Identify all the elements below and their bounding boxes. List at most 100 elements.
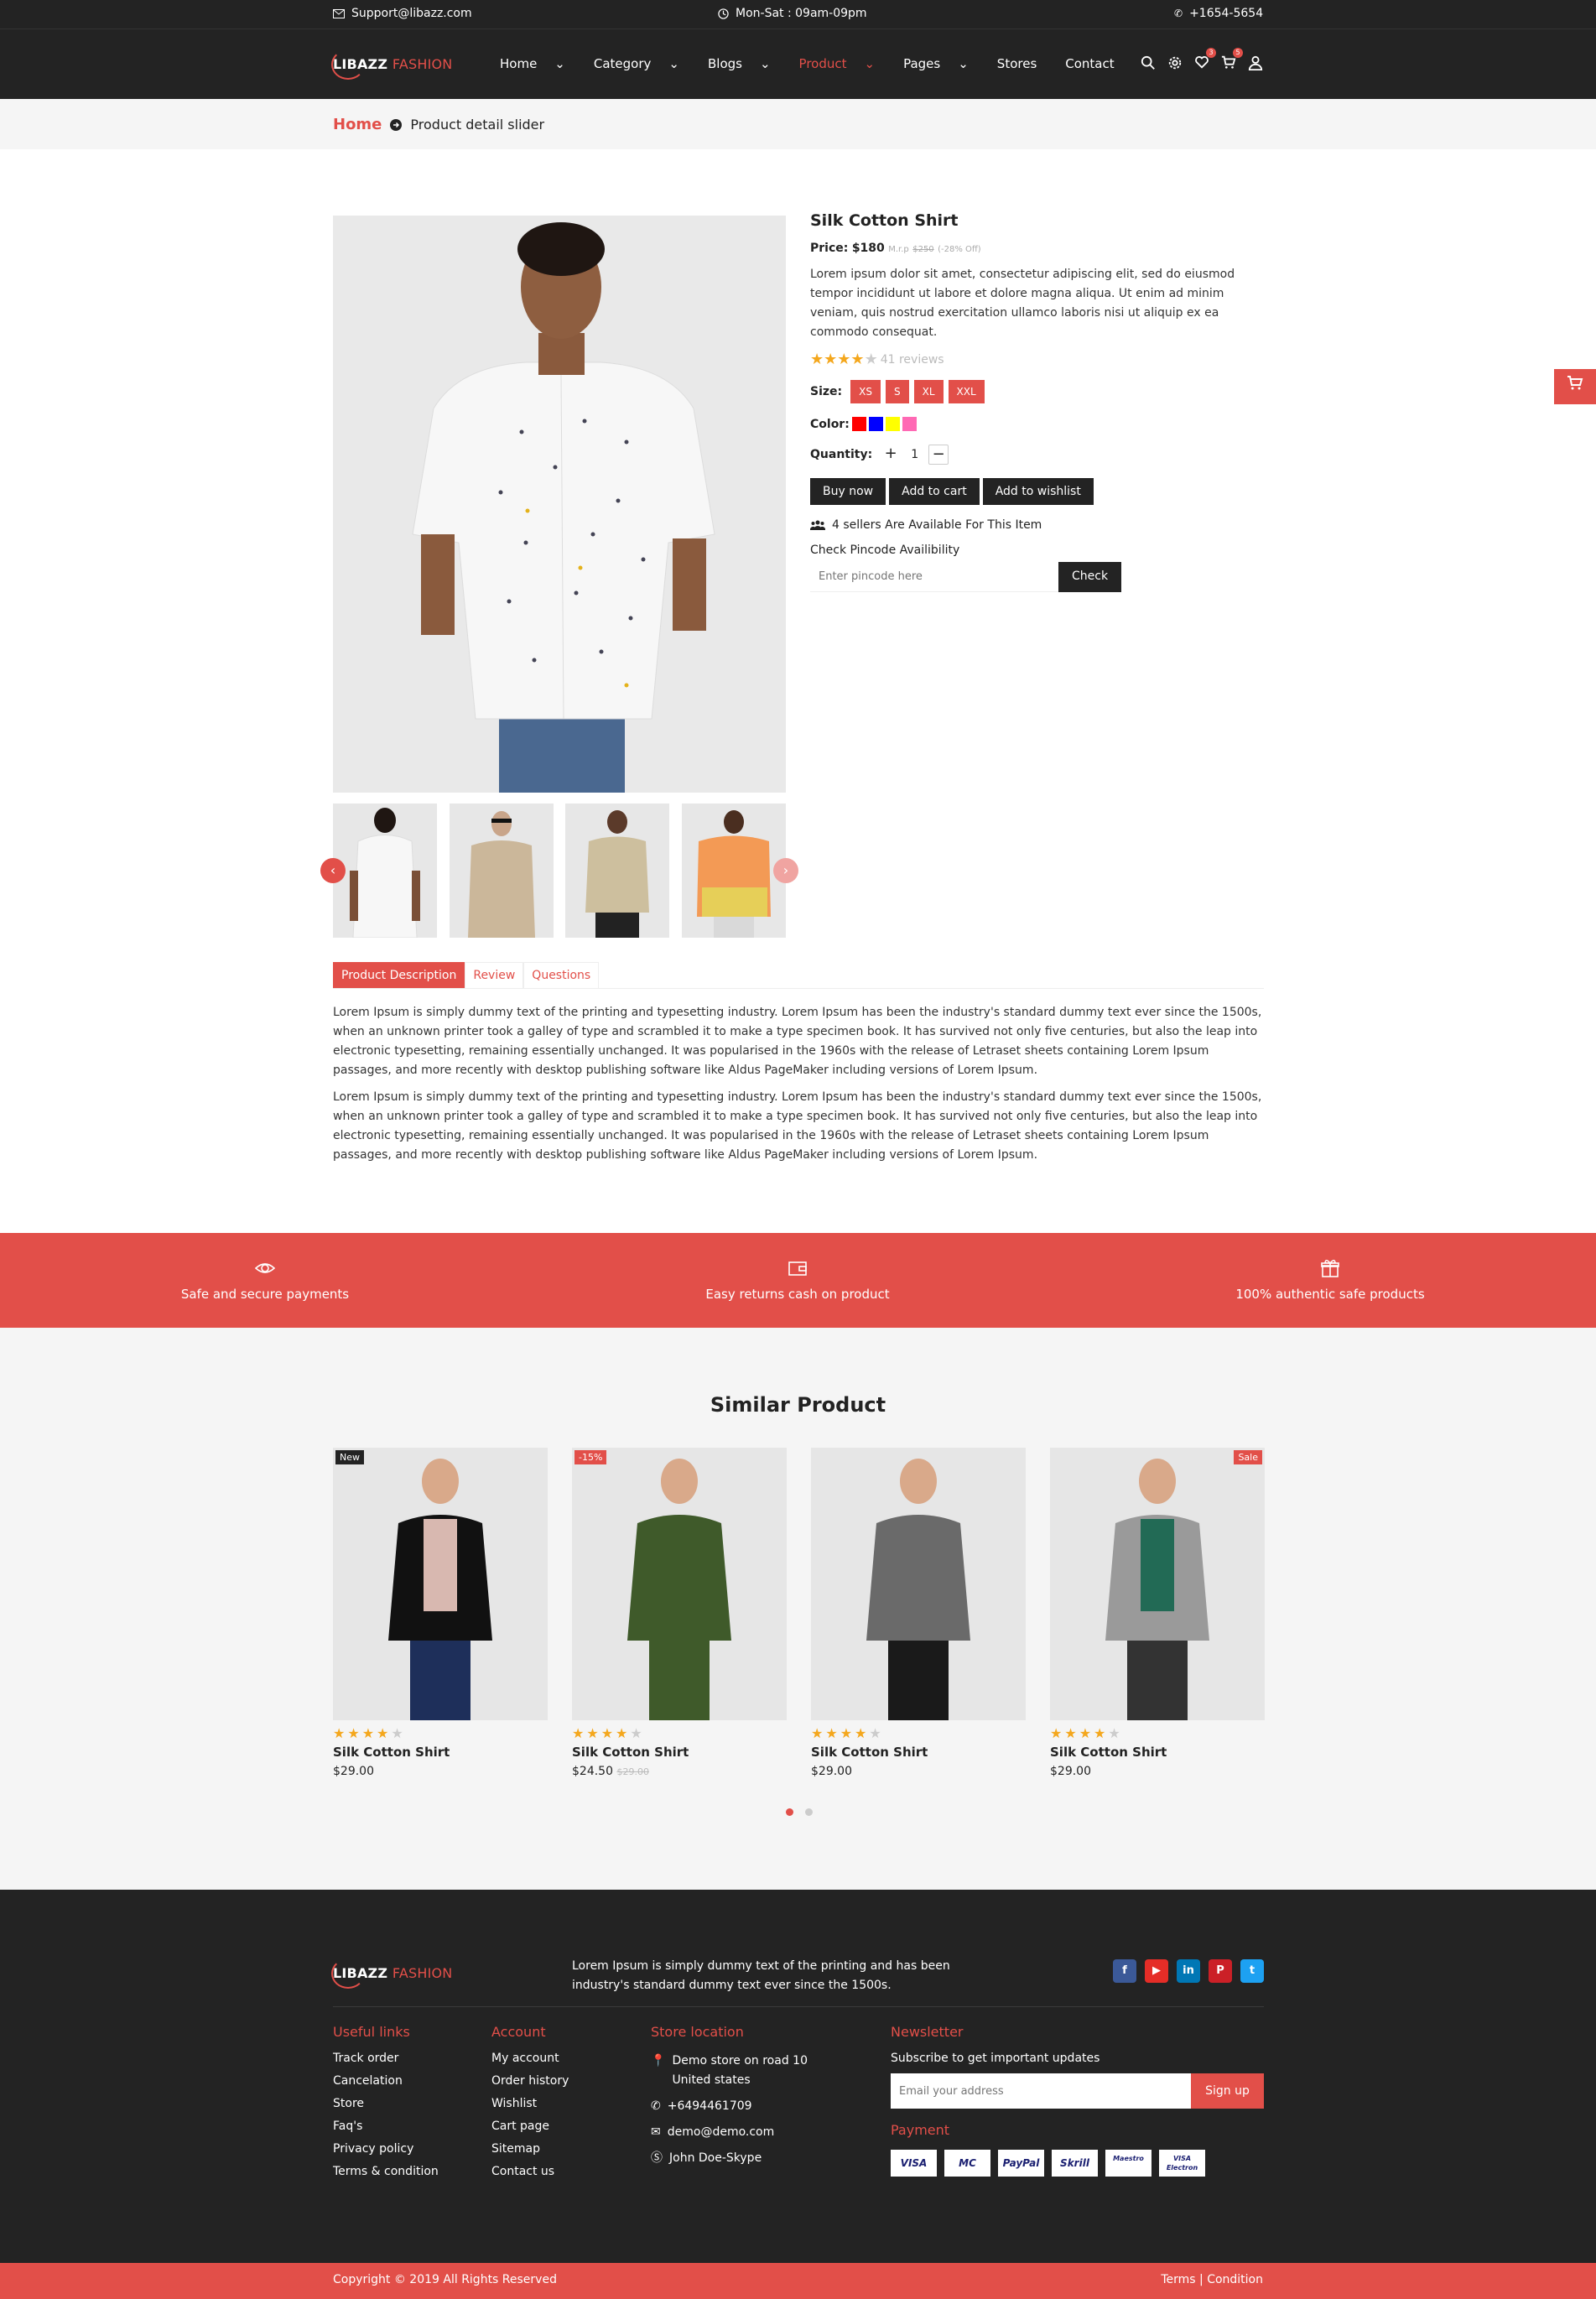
chevron-down-icon: ⌄ [554, 56, 565, 71]
footer-logo[interactable]: LIBAZZ FASHION [331, 1958, 452, 1989]
gear-icon[interactable] [1167, 55, 1183, 71]
add-to-cart-button[interactable]: Add to cart [889, 478, 980, 505]
pincode-form: Check [810, 562, 1263, 592]
nav-item-product[interactable]: Product ⌄ [799, 56, 890, 71]
product-card[interactable]: ★ ★ ★ ★ ★ Silk Cotton Shirt $29.00 [811, 1448, 1026, 1778]
footer-link[interactable]: Cart page [491, 2120, 569, 2133]
nav-item-contact[interactable]: Contact [1065, 56, 1128, 71]
nav-item-stores[interactable]: Stores [997, 56, 1051, 71]
nav-item-category[interactable]: Category ⌄ [594, 56, 694, 71]
pinterest-icon[interactable]: P [1209, 1959, 1232, 1983]
quantity-increment-button[interactable]: + [881, 445, 901, 465]
size-option[interactable]: XXL [948, 380, 985, 403]
carousel-dot-1[interactable] [786, 1808, 793, 1816]
color-swatch[interactable] [902, 417, 917, 431]
footer-link[interactable]: Terms & condition [333, 2165, 439, 2178]
color-swatch[interactable] [868, 417, 883, 431]
review-count[interactable]: 41 reviews [881, 353, 944, 367]
twitter-icon[interactable]: t [1240, 1959, 1264, 1983]
buy-now-button[interactable]: Buy now [810, 478, 886, 505]
newsletter-form: Sign up [891, 2073, 1264, 2109]
product-card[interactable]: -15% ★ ★ ★ ★ ★ Silk Cotton Shirt $24.50 $29.00 [572, 1448, 787, 1778]
thumbnail-slider: ‹ › [320, 804, 798, 938]
pincode-input[interactable] [810, 562, 1058, 592]
footer-useful-links: Useful links Track order Cancelation Store… [333, 2024, 439, 2178]
linkedin-icon[interactable]: in [1177, 1959, 1200, 1983]
footer-link[interactable]: Order history [491, 2074, 569, 2088]
product-card-image[interactable]: New [333, 1448, 548, 1720]
logo[interactable]: LIBAZZ FASHION [331, 49, 452, 80]
support-email[interactable]: Support@libazz.com [333, 7, 472, 20]
footer-link[interactable]: Track order [333, 2052, 439, 2065]
sellers-info[interactable]: 4 sellers Are Available For This Item [810, 518, 1263, 532]
product-card[interactable]: Sale ★ ★ ★ ★ ★ Silk Cotton Shirt $29.00 [1050, 1448, 1265, 1778]
size-option[interactable]: XS [850, 380, 881, 403]
feature-secure-payments: Safe and secure payments [97, 1258, 433, 1302]
thumbnail-4[interactable] [682, 804, 786, 938]
wallet-icon [788, 1261, 807, 1276]
product-rating: ★ ★ ★ ★ ★ [572, 1725, 787, 1741]
add-to-wishlist-button[interactable]: Add to wishlist [982, 478, 1094, 505]
product-card[interactable]: New ★ ★ ★ ★ ★ Silk Cotton Shirt $29.00 [333, 1448, 548, 1778]
product-name[interactable]: Silk Cotton Shirt [1050, 1745, 1265, 1760]
footer-link[interactable]: Contact us [491, 2165, 569, 2178]
floating-cart-button[interactable] [1554, 369, 1596, 404]
product-name[interactable]: Silk Cotton Shirt [811, 1745, 1026, 1760]
footer-link[interactable]: Store [333, 2097, 439, 2110]
thumbnail-1[interactable] [333, 804, 437, 938]
payment-card-logo: VISA Electron [1159, 2150, 1205, 2177]
product-price: $29.00 [333, 1765, 548, 1778]
store-skype[interactable]: Ⓢ John Doe-Skype [651, 2149, 835, 2168]
size-option[interactable]: XL [913, 380, 944, 403]
terms-link[interactable]: Terms | Condition [1161, 2273, 1263, 2286]
product-price: $29.00 [811, 1765, 1026, 1778]
thumbnail-photo [333, 804, 437, 938]
newsletter-email-input[interactable] [891, 2073, 1191, 2109]
nav-item-home[interactable]: Home ⌄ [500, 56, 580, 71]
footer-link[interactable]: Privacy policy [333, 2142, 439, 2156]
color-swatch[interactable] [885, 417, 900, 431]
sign-up-button[interactable]: Sign up [1191, 2073, 1264, 2109]
cart-button[interactable]: 5 [1221, 48, 1243, 71]
search-icon[interactable] [1141, 55, 1156, 71]
store-phone[interactable]: ✆ +6494461709 [651, 2097, 835, 2116]
carousel-dot-2[interactable] [805, 1808, 813, 1816]
color-swatch[interactable] [851, 417, 866, 431]
map-pin-icon: 📍 [651, 2054, 666, 2068]
product-name[interactable]: Silk Cotton Shirt [572, 1745, 787, 1760]
footer-link[interactable]: Wishlist [491, 2097, 569, 2110]
breadcrumb-home[interactable]: Home [333, 116, 382, 133]
tab-product-description[interactable]: Product Description [333, 962, 465, 988]
footer-link[interactable]: My account [491, 2052, 569, 2065]
footer-link[interactable]: Cancelation [333, 2074, 439, 2088]
footer-link[interactable]: Sitemap [491, 2142, 569, 2156]
thumbnail-2[interactable] [450, 804, 554, 938]
tab-review[interactable]: Review [465, 962, 524, 988]
thumbnail-3[interactable] [565, 804, 669, 938]
star-icon: ★ [811, 1725, 824, 1741]
tab-questions[interactable]: Questions [523, 962, 600, 988]
product-name[interactable]: Silk Cotton Shirt [333, 1745, 548, 1760]
youtube-icon[interactable]: ▶ [1145, 1959, 1168, 1983]
nav-item-pages[interactable]: Pages ⌄ [903, 56, 983, 71]
store-email[interactable]: ✉ demo@demo.com [651, 2123, 835, 2142]
support-phone[interactable]: ✆ +1654-5654 [1174, 7, 1263, 20]
product-card-image[interactable]: -15% [572, 1448, 787, 1720]
product-rating[interactable]: ★★★★★ 41 reviews [810, 351, 1263, 368]
quantity-decrement-button[interactable]: − [928, 445, 949, 465]
product-main-image[interactable] [333, 216, 786, 793]
footer-link[interactable]: Faq's [333, 2120, 439, 2133]
star-icon: ★ [864, 351, 878, 368]
product-card-image[interactable]: Sale [1050, 1448, 1265, 1720]
user-icon[interactable] [1248, 55, 1263, 71]
quantity-value[interactable]: 1 [906, 448, 923, 461]
thumbnail-prev-arrow[interactable]: ‹ [320, 858, 346, 883]
check-pincode-button[interactable]: Check [1058, 562, 1122, 592]
facebook-icon[interactable]: f [1113, 1959, 1136, 1983]
nav-item-blogs[interactable]: Blogs ⌄ [708, 56, 785, 71]
size-option[interactable]: S [885, 380, 909, 403]
thumbnail-next-arrow[interactable]: › [773, 858, 798, 883]
wishlist-button[interactable]: 3 [1194, 48, 1216, 71]
product-title: Silk Cotton Shirt [810, 211, 959, 230]
product-card-image[interactable] [811, 1448, 1026, 1720]
